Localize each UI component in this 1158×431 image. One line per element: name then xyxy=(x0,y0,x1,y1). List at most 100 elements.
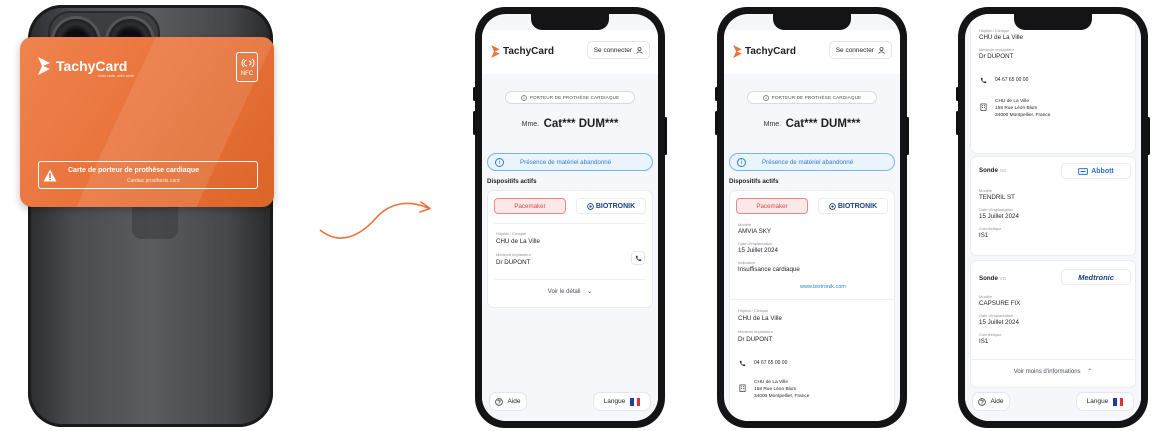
lead-card-od: Sonde OD Abbott Modèle TENDRIL ST Date d… xyxy=(970,156,1136,256)
help-button[interactable]: Aide xyxy=(972,392,1010,411)
help-label: Aide xyxy=(990,398,1004,405)
see-less-button[interactable]: Voir moins d'informations ⌃ xyxy=(971,368,1135,375)
device-type-tag: Pacemaker xyxy=(736,198,808,214)
chevron-up-icon: ⌃ xyxy=(1087,369,1093,375)
nfc-icon xyxy=(241,58,255,68)
chevron-down-icon: ⌄ xyxy=(587,289,593,295)
france-flag-icon xyxy=(1113,397,1124,406)
card-banner: Carte de porteur de prothèse cardiaque C… xyxy=(38,161,258,189)
manufacturer-name: BIOTRONIK xyxy=(595,202,636,210)
login-button[interactable]: Se connecter xyxy=(586,41,650,59)
user-icon xyxy=(878,46,885,54)
tachycard-logo-icon xyxy=(38,57,50,75)
app-logo[interactable]: TachyCard xyxy=(491,45,554,58)
abbott-logo: Abbott xyxy=(1061,163,1131,179)
language-button[interactable]: Langue xyxy=(593,392,651,411)
card-banner-subtitle: Cardiac prosthesis card xyxy=(127,178,180,184)
side-button xyxy=(664,117,667,155)
lead-title: Sonde OD xyxy=(979,167,1006,174)
top-bar: TachyCard Se connecter xyxy=(482,30,658,74)
lead-brand: Abbott xyxy=(1091,167,1114,175)
login-label: Se connecter xyxy=(835,46,874,54)
language-label: Langue xyxy=(1086,398,1109,405)
tachycard-logo-icon xyxy=(733,45,742,58)
nfc-badge: NFC xyxy=(236,52,258,82)
warning-icon xyxy=(43,169,57,182)
side-button xyxy=(473,87,476,101)
france-flag-icon xyxy=(630,397,641,406)
see-details-button[interactable]: Voir le détail ⌄ xyxy=(488,288,652,295)
help-button[interactable]: Aide xyxy=(489,392,527,411)
phone-icon xyxy=(635,255,641,261)
screen: TachyCard Se connecter PORTEUR DE PROTHÈ… xyxy=(724,14,900,421)
app-brand-name: TachyCard xyxy=(745,46,796,57)
hospital-value: CHU de La Ville xyxy=(979,34,1023,41)
biotronik-logo-icon xyxy=(587,202,594,210)
app-logo[interactable]: TachyCard xyxy=(733,45,796,58)
address-line-3: 34000 Montpellier, France xyxy=(995,113,1051,118)
lead-connector-value: IS1 xyxy=(979,338,989,345)
abandoned-material-alert[interactable]: i Présence de matériel abandonné xyxy=(487,153,653,171)
patient-name-text: Cat*** DUM*** xyxy=(543,118,619,130)
side-button xyxy=(956,111,959,135)
notch xyxy=(531,14,609,30)
manufacturer-name: BIOTRONIK xyxy=(837,202,878,210)
info-icon xyxy=(762,94,769,101)
side-button xyxy=(715,87,718,101)
divider xyxy=(971,359,1135,360)
bottom-bar: Aide Langue xyxy=(482,385,658,421)
app-brand-name: TachyCard xyxy=(503,46,554,57)
card-brand-name: TachyCard xyxy=(56,58,128,74)
language-button[interactable]: Langue xyxy=(1076,392,1134,411)
curved-arrow-icon xyxy=(319,201,431,239)
alert-text: Présence de matériel abandonné xyxy=(520,158,612,166)
info-icon xyxy=(520,94,527,101)
hospital-label: Hôpital / Clinique xyxy=(979,28,1010,33)
patient-civility: Mme. xyxy=(521,121,540,128)
side-button xyxy=(715,111,718,135)
notch xyxy=(1014,14,1092,30)
card-banner-title: Carte de porteur de prothèse cardiaque xyxy=(68,167,200,174)
medtronic-logo: Medtronic xyxy=(1061,269,1131,285)
prosthesis-chip: PORTEUR DE PROTHÈSE CARDIAQUE xyxy=(505,91,635,104)
divider xyxy=(730,299,894,300)
address-line-1: CHU de La Ville xyxy=(754,380,789,385)
lead-connector-label: Connectique xyxy=(979,332,1002,337)
phone-screen-leads: Hôpital / Clinique CHU de La Ville Médec… xyxy=(956,7,1150,428)
screen: Hôpital / Clinique CHU de La Ville Médec… xyxy=(965,14,1141,421)
divider xyxy=(494,223,646,224)
hospital-value: CHU de La Ville xyxy=(496,238,540,245)
phone-icon xyxy=(739,360,746,367)
phone-screen-overview: TachyCard Se connecter PORTEUR DE PROTHÈ… xyxy=(473,7,667,428)
lead-card-vd: Sonde VD Medtronic Modèle CAPSURE FIX Da… xyxy=(970,260,1136,388)
info-icon: i xyxy=(495,157,504,167)
lead-label: Sonde xyxy=(979,275,998,282)
prosthesis-chip-label: PORTEUR DE PROTHÈSE CARDIAQUE xyxy=(771,95,862,100)
see-less-label: Voir moins d'informations xyxy=(1013,369,1081,375)
patient-civility: Mme. xyxy=(763,121,782,128)
side-button xyxy=(956,87,959,101)
lead-date-value: 15 Juillet 2024 xyxy=(979,319,1019,326)
user-icon xyxy=(636,46,643,54)
address-line-3: 34000 Montpellier, France xyxy=(754,394,810,399)
manufacturer-logo: BIOTRONIK xyxy=(576,198,646,214)
device-card-expanded: Pacemaker BIOTRONIK Modèle AMVIA SKY Dat… xyxy=(729,190,895,421)
manufacturer-website-link[interactable]: www.biotronik.com xyxy=(800,284,846,290)
alert-text: Présence de matériel abandonné xyxy=(762,158,854,166)
screen: TachyCard Se connecter PORTEUR DE PROTHÈ… xyxy=(482,14,658,421)
doctor-label: Médecin implanteur xyxy=(496,252,531,257)
call-button[interactable] xyxy=(631,251,645,265)
login-button[interactable]: Se connecter xyxy=(828,41,892,59)
hospital-card: Hôpital / Clinique CHU de La Ville Médec… xyxy=(970,14,1136,154)
abandoned-material-alert[interactable]: i Présence de matériel abandonné xyxy=(729,153,895,171)
building-icon xyxy=(980,103,987,111)
doctor-label: Médecin implanteur xyxy=(738,329,773,334)
section-title: Dispositifs actifs xyxy=(487,178,537,185)
phone-number[interactable]: 04 67 65 00 00 xyxy=(995,77,1028,83)
model-value: AMVIA SKY xyxy=(738,228,772,235)
lead-date-value: 15 Juillet 2024 xyxy=(979,213,1019,220)
phone-number[interactable]: 04 67 65 00 00 xyxy=(754,360,787,366)
hospital-label: Hôpital / Clinique xyxy=(738,308,769,313)
device-type-tag: Pacemaker xyxy=(494,198,566,214)
nfc-label: NFC xyxy=(240,71,254,77)
